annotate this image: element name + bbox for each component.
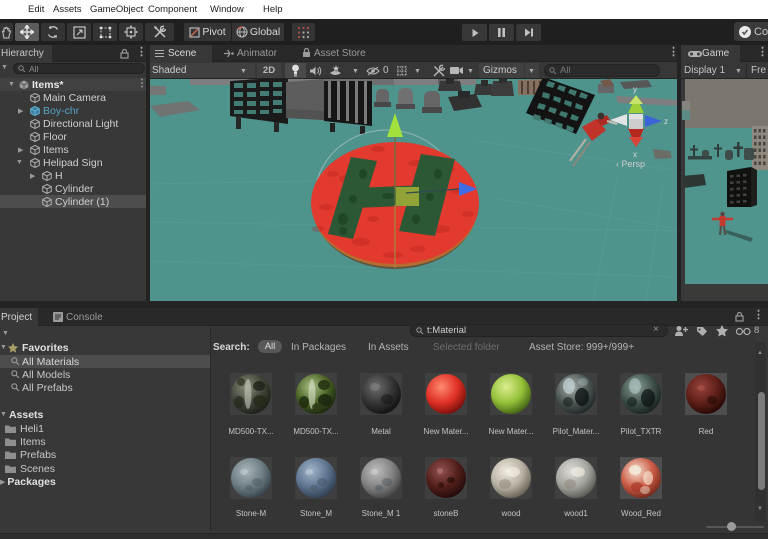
svg-text:‹ Persp: ‹ Persp — [616, 159, 645, 169]
svg-text:y: y — [633, 85, 637, 94]
svg-text:z: z — [664, 117, 668, 126]
svg-text:x: x — [633, 150, 637, 159]
